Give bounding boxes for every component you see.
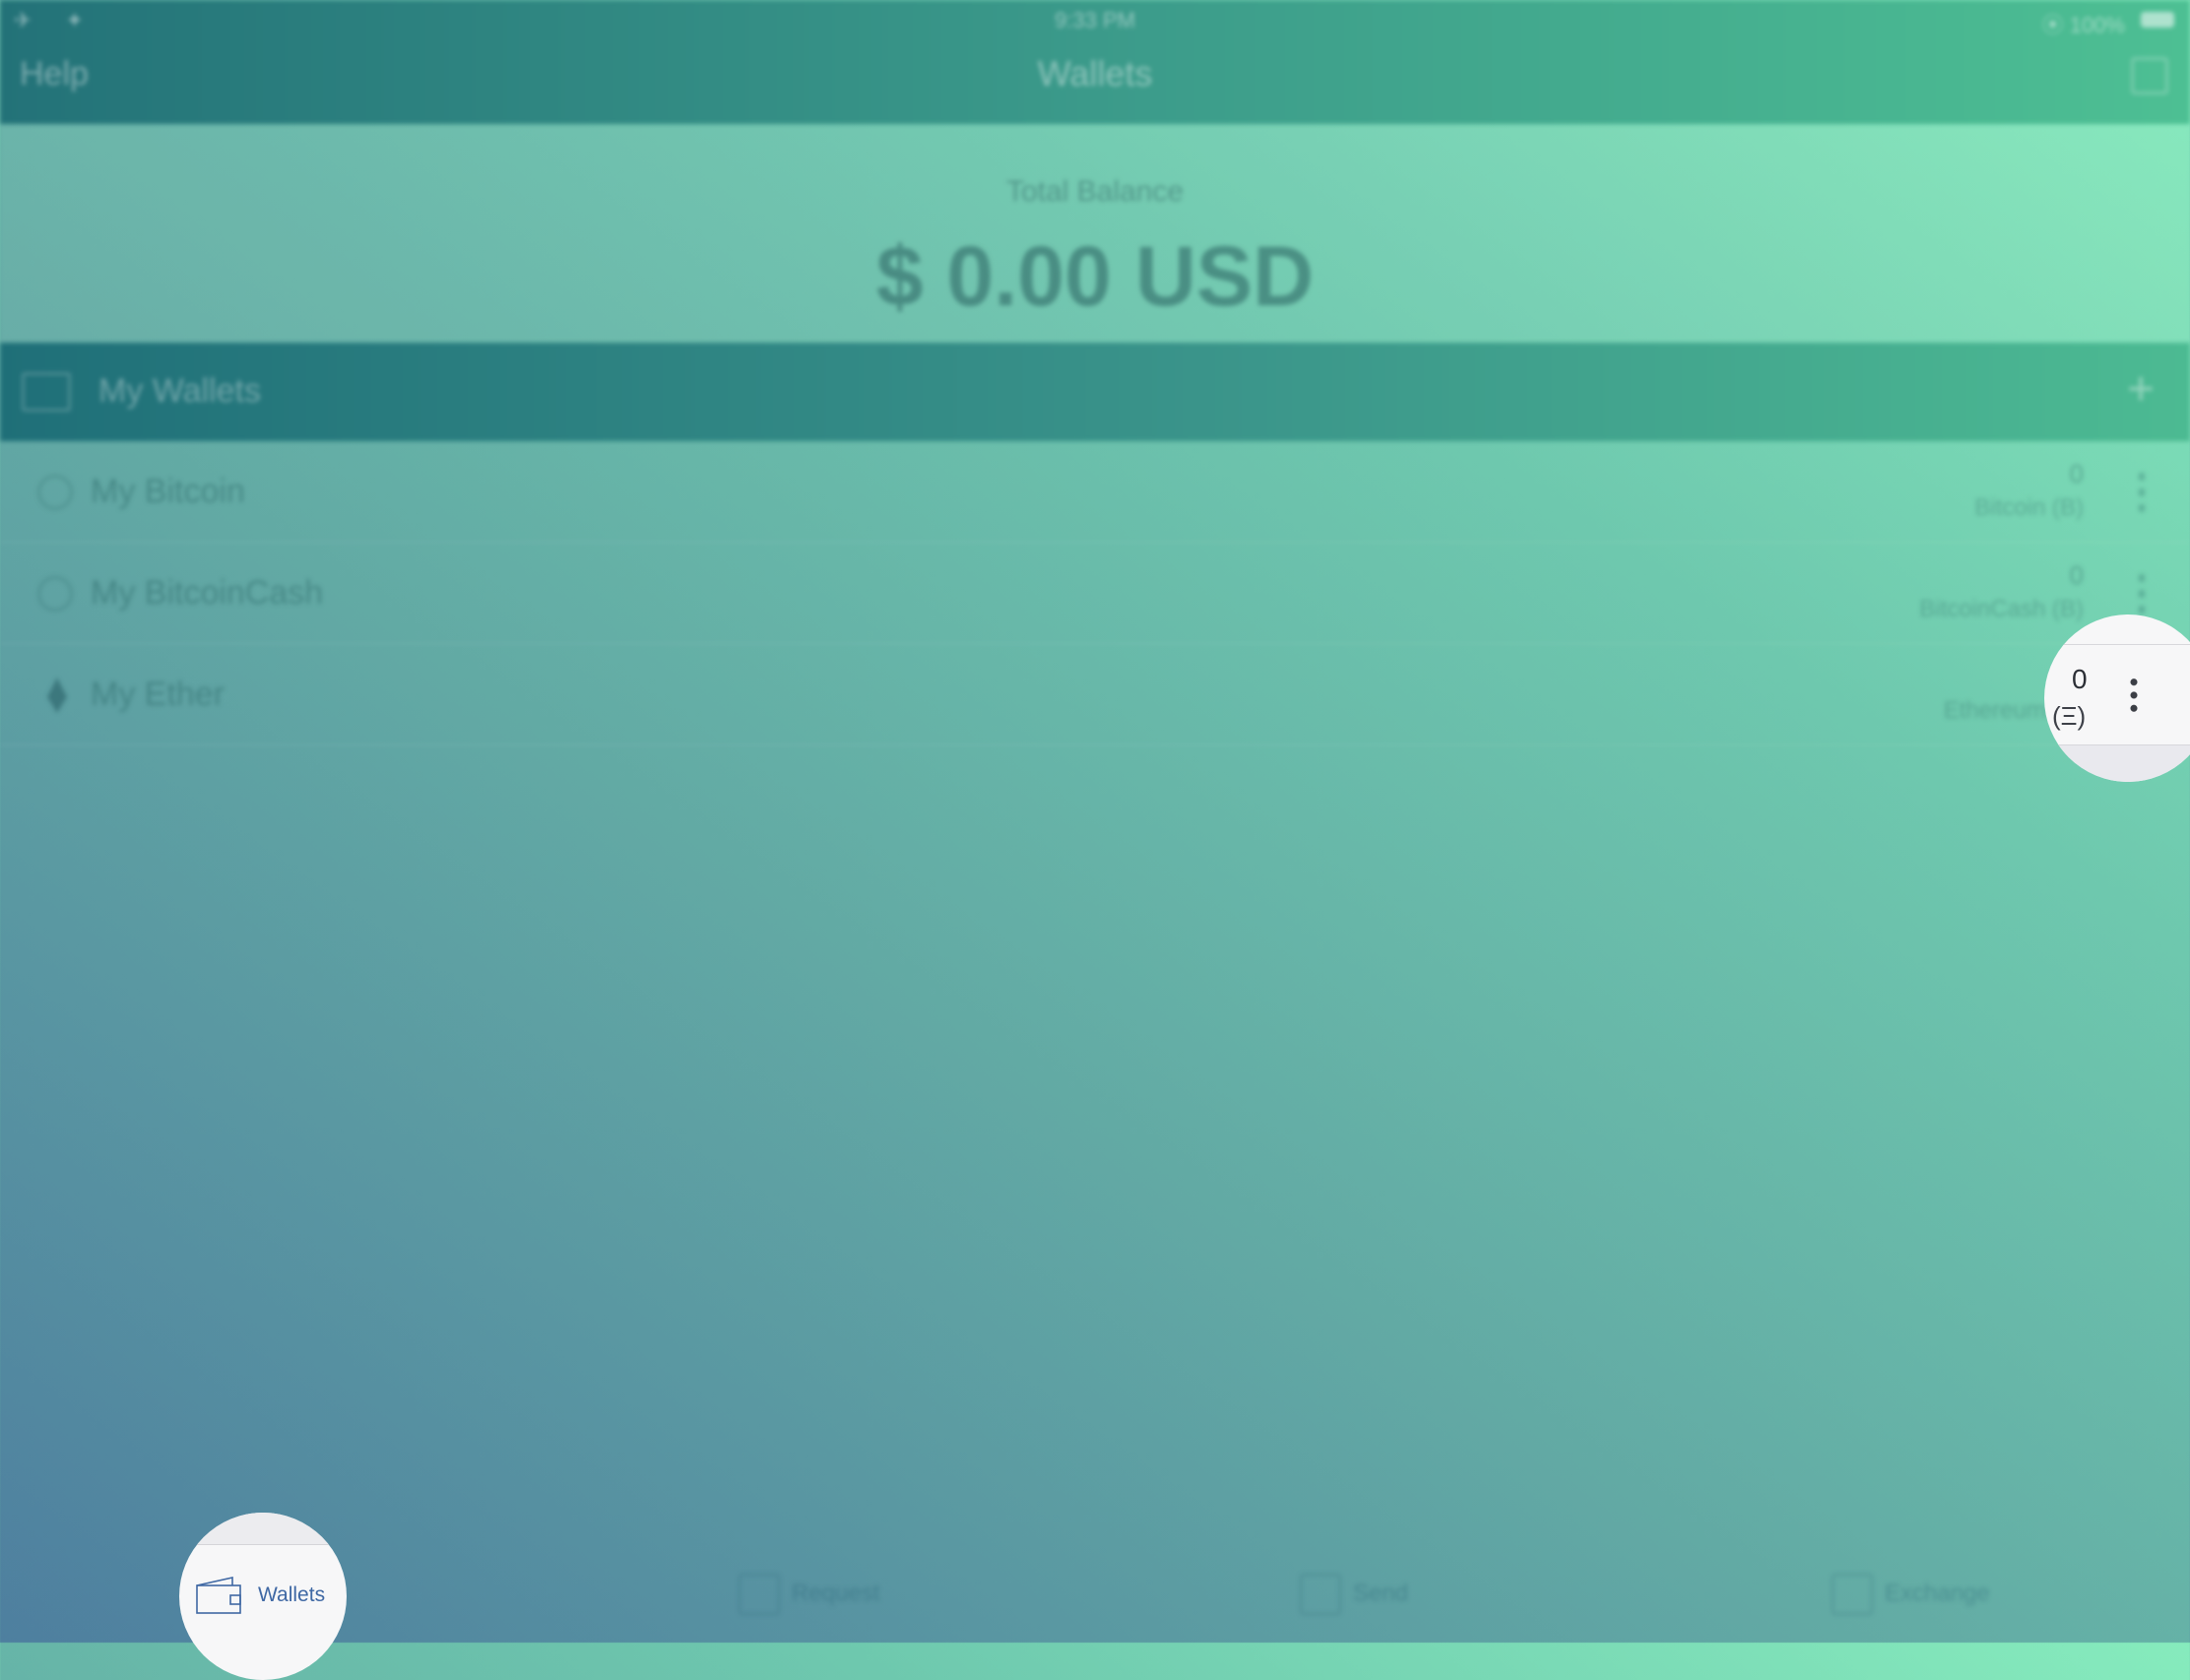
ethereum-icon [47,678,67,713]
bitcoincash-icon [37,576,73,612]
wallet-row-bitcoin[interactable]: My Bitcoin 0 Bitcoin (B) [0,441,2190,543]
wallet-icon [22,372,71,412]
more-options-icon[interactable] [2139,570,2145,615]
wallet-currency: Bitcoin (B) [1974,494,2084,521]
exchange-icon [1832,1574,1873,1615]
tab-send[interactable]: Send [1300,1574,1408,1615]
tab-label: Exchange [1885,1580,1990,1607]
wallet-name: My Bitcoin [91,473,245,510]
tab-label: Wallets [258,1583,326,1606]
total-balance-amount: $ 0.00 USD [875,229,1315,324]
more-options-icon[interactable] [2139,469,2145,514]
total-balance-panel: Total Balance $ 0.00 USD [0,124,2190,343]
tab-label: Request [792,1580,880,1607]
tab-request[interactable]: Request [739,1574,879,1615]
wallet-name: My BitcoinCash [91,574,324,612]
my-wallets-header: My Wallets + [0,343,2190,441]
request-icon [739,1574,780,1615]
spotlight-wallets-tab: Wallets [179,1513,347,1680]
wallet-row-bitcoincash[interactable]: My BitcoinCash 0 BitcoinCash (B) [0,543,2190,644]
total-balance-label: Total Balance [1005,175,1185,208]
status-time: 9:33 PM [1055,8,1135,32]
menu-icon[interactable] [2131,57,2168,95]
wallet-icon [196,1577,241,1614]
battery-icon [2141,12,2174,28]
status-battery-text: ⦿ 100% [2041,13,2125,37]
more-options-icon[interactable] [2130,676,2138,715]
wallet-row-ether[interactable]: My Ether 0 Ethereum (Ξ) [0,644,2190,745]
tab-label: Send [1353,1580,1409,1607]
wallet-currency: BitcoinCash (B) [1919,596,2084,622]
status-bar: ✈ ✦ 9:33 PM ⦿ 100% [0,0,2190,39]
ether-currency: (Ξ) [2052,701,2087,731]
wallet-balance: 0 [2069,459,2084,488]
page-title: Wallets [1037,53,1153,94]
bitcoin-icon [37,475,73,510]
ether-balance: 0 [2072,664,2088,694]
tab-bar-top-border [179,1513,347,1545]
wallet-balance: 0 [2069,560,2084,590]
wallet-name: My Ether [91,676,225,713]
divider [2044,644,2190,645]
add-wallet-button[interactable]: + [2127,362,2155,417]
blurred-background-app: Help Wallets ✈ ✦ 9:33 PM ⦿ 100% Total Ba… [0,0,2190,1643]
tab-exchange[interactable]: Exchange [1832,1574,1990,1615]
send-icon [1300,1574,1341,1615]
section-title: My Wallets [98,372,261,410]
divider [2044,744,2190,782]
